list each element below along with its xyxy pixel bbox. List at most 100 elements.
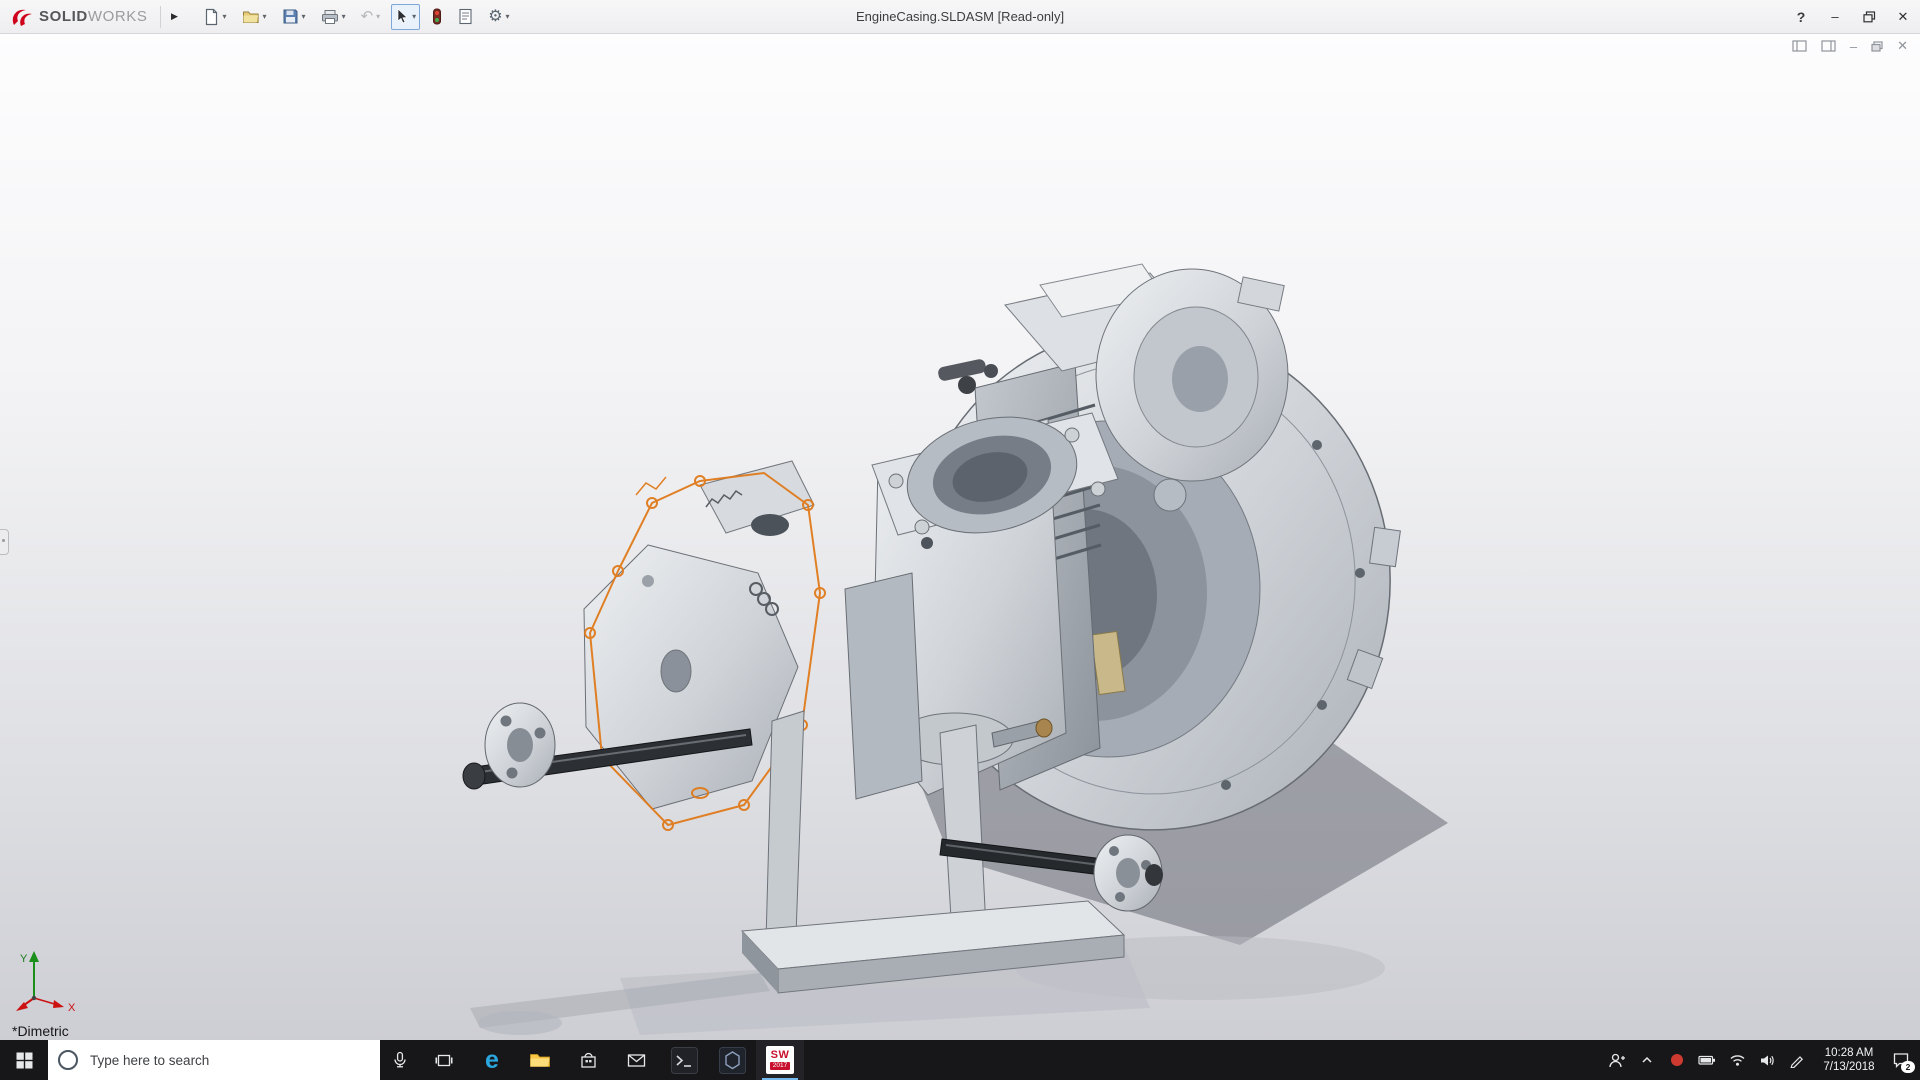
- undo-button[interactable]: ↶ ▾: [357, 4, 385, 30]
- panel-splitter-handle[interactable]: [0, 529, 9, 555]
- new-document-button[interactable]: ▾: [199, 4, 231, 30]
- dropdown-caret-icon: ▾: [376, 11, 381, 21]
- network-button[interactable]: [1722, 1040, 1752, 1080]
- save-button[interactable]: ▾: [278, 4, 310, 30]
- solidworks-logo: SOLIDWORKS: [0, 0, 156, 33]
- engine-casing-model[interactable]: [0, 33, 1920, 1040]
- task-view-button[interactable]: [420, 1040, 468, 1080]
- titlebar-separator: [159, 5, 161, 28]
- clock-time: 10:28 AM: [1824, 1047, 1874, 1059]
- open-folder-icon: [242, 11, 259, 23]
- select-tool-button[interactable]: ▾: [391, 3, 421, 30]
- show-hidden-icons-button[interactable]: [1632, 1040, 1662, 1080]
- restore-button[interactable]: [1852, 0, 1886, 33]
- solidworks-app-label: SW: [770, 1049, 790, 1061]
- document-window-controls: – ✕: [1792, 38, 1908, 54]
- brand-text: SOLIDWORKS: [39, 8, 148, 26]
- file-properties-button[interactable]: [454, 4, 477, 30]
- solidworks-app-button[interactable]: SW 2017: [756, 1040, 804, 1080]
- restore-icon: [1862, 10, 1875, 22]
- open-button[interactable]: ▾: [238, 4, 271, 30]
- dropdown-caret-icon: ▾: [341, 11, 346, 21]
- feature-manager-pane-button[interactable]: [1792, 38, 1807, 54]
- brand-text-solid: SOLID: [39, 7, 88, 25]
- feature-manager-pane-icon: [1792, 40, 1807, 52]
- notification-badge: 2: [1901, 1061, 1915, 1073]
- print-button[interactable]: ▾: [317, 4, 350, 30]
- new-document-icon: [205, 8, 217, 25]
- start-button[interactable]: [0, 1040, 48, 1080]
- rebuild-stoplight-icon: [433, 8, 442, 25]
- file-explorer-icon: [530, 1054, 550, 1067]
- speaker-icon: [1760, 1055, 1774, 1065]
- solidworks-app-year: 2017: [769, 1062, 791, 1070]
- windows-taskbar: e: [0, 1040, 1920, 1080]
- options-button[interactable]: ⚙ ▾: [484, 4, 513, 30]
- menu-flyout-button[interactable]: ▶: [165, 5, 185, 29]
- volume-button[interactable]: [1752, 1040, 1782, 1080]
- save-floppy-icon: [283, 9, 298, 24]
- close-button[interactable]: ✕: [1886, 0, 1920, 33]
- microphone-icon: [394, 1051, 406, 1068]
- titlebar: SOLIDWORKS ▶ ▾ ▾ ▾ ▾ ↶ ▾ ▾ ⚙ ▾ EngineCas…: [0, 0, 1920, 34]
- store-bag-icon: [580, 1052, 596, 1068]
- pen-icon: [1790, 1056, 1804, 1068]
- help-button[interactable]: ?: [1784, 0, 1818, 33]
- edge-browser-button[interactable]: e: [468, 1040, 516, 1080]
- document-restore-icon: [1871, 40, 1883, 52]
- store-button[interactable]: [564, 1040, 612, 1080]
- document-minimize-button[interactable]: –: [1850, 38, 1857, 54]
- terminal-app-icon: [670, 1046, 698, 1074]
- clock-date: 7/13/2018: [1823, 1061, 1875, 1073]
- view-orientation-label: *Dimetric: [12, 1023, 69, 1039]
- mail-button[interactable]: [612, 1040, 660, 1080]
- mail-icon: [627, 1053, 645, 1067]
- minimize-button[interactable]: –: [1818, 0, 1852, 33]
- triad-x-label: X: [68, 1002, 76, 1014]
- display-pane-icon: [1821, 40, 1836, 52]
- rebuild-button[interactable]: [427, 4, 447, 30]
- select-cursor-icon: [397, 8, 408, 24]
- dropdown-caret-icon: ▾: [222, 11, 227, 21]
- document-restore-button[interactable]: [1871, 38, 1883, 54]
- cortana-icon: [58, 1050, 78, 1070]
- graphics-area[interactable]: – ✕ Y X *Dimetric: [0, 33, 1920, 1040]
- undo-icon: ↶: [360, 8, 374, 25]
- dropdown-caret-icon: ▾: [301, 11, 306, 21]
- file-properties-icon: [459, 8, 472, 25]
- taskbar-search-box[interactable]: [48, 1040, 380, 1080]
- edrawings-app-button[interactable]: [708, 1040, 756, 1080]
- terminal-app-button[interactable]: [660, 1040, 708, 1080]
- chevron-up-icon: [1642, 1056, 1652, 1063]
- system-tray: 10:28 AM 7/13/2018 2: [1602, 1040, 1920, 1080]
- taskbar-clock[interactable]: 10:28 AM 7/13/2018: [1812, 1046, 1886, 1074]
- people-button[interactable]: [1602, 1040, 1632, 1080]
- battery-button[interactable]: [1692, 1040, 1722, 1080]
- edge-icon: e: [485, 1045, 499, 1074]
- solidworks-app-icon: SW 2017: [766, 1046, 794, 1074]
- battery-icon: [1698, 1055, 1715, 1065]
- pen-button[interactable]: [1782, 1040, 1812, 1080]
- task-view-icon: [435, 1054, 453, 1066]
- solidworks-window: SOLIDWORKS ▶ ▾ ▾ ▾ ▾ ↶ ▾ ▾ ⚙ ▾ EngineCas…: [0, 0, 1920, 1080]
- dropdown-caret-icon: ▾: [505, 11, 510, 21]
- people-icon: [1609, 1053, 1625, 1067]
- print-icon: [321, 9, 338, 24]
- edrawings-app-icon: [718, 1046, 746, 1074]
- dropdown-caret-icon: ▾: [412, 11, 417, 21]
- quick-access-toolbar: ▾ ▾ ▾ ▾ ↶ ▾ ▾ ⚙ ▾: [199, 3, 514, 30]
- solidworks-tray-button[interactable]: [1662, 1040, 1692, 1080]
- support-column[interactable]: [844, 572, 923, 800]
- document-close-button[interactable]: ✕: [1897, 38, 1908, 54]
- file-explorer-button[interactable]: [516, 1040, 564, 1080]
- window-title: EngineCasing.SLDASM [Read-only]: [855, 9, 1065, 24]
- action-center-button[interactable]: 2: [1886, 1040, 1916, 1080]
- microphone-button[interactable]: [380, 1040, 420, 1080]
- display-pane-button[interactable]: [1821, 38, 1836, 54]
- windows-logo-icon: [16, 1052, 32, 1068]
- triad-y-label: Y: [20, 953, 28, 965]
- solidworks-tray-icon: [1671, 1054, 1683, 1066]
- reference-triad: Y X: [16, 951, 76, 1014]
- window-controls: ? – ✕: [1784, 0, 1920, 33]
- search-input[interactable]: [88, 1051, 370, 1069]
